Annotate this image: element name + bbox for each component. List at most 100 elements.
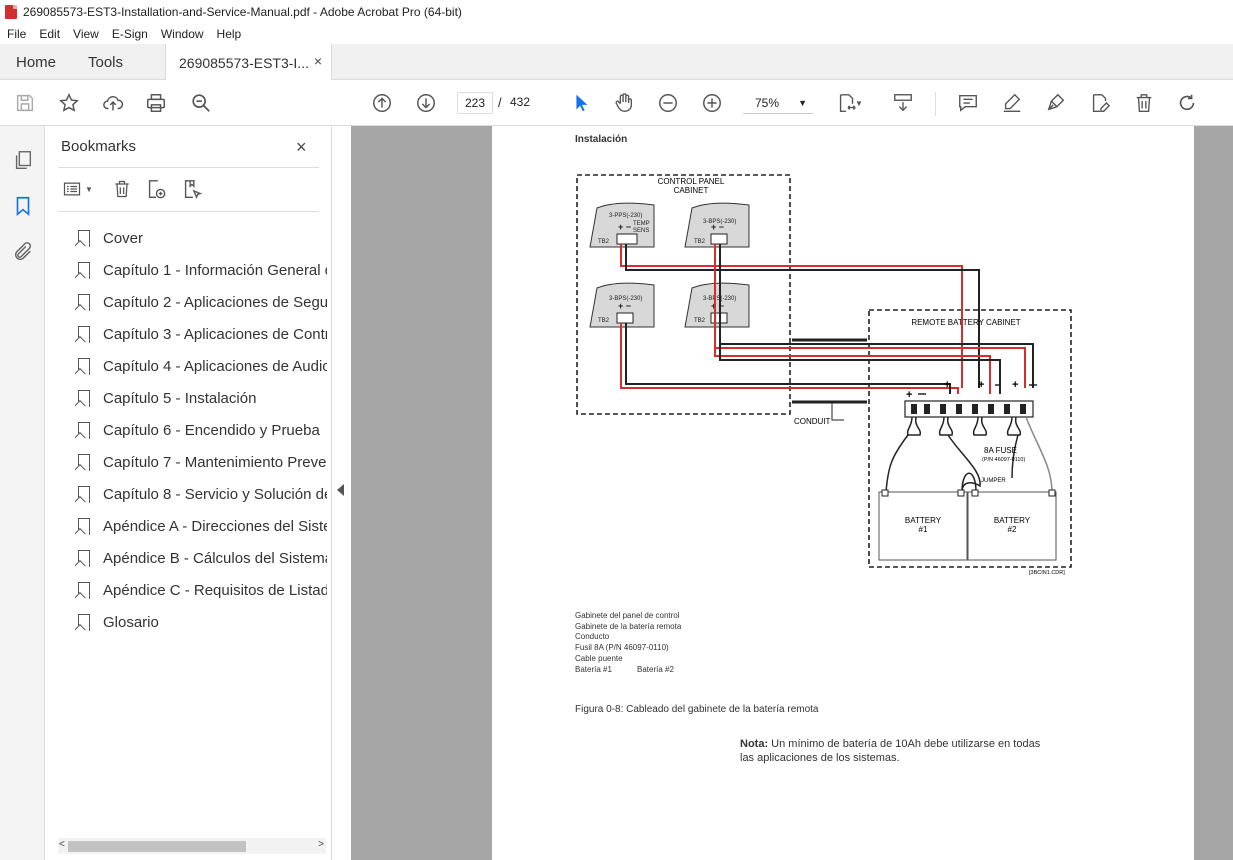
bookmark-item[interactable]: Glosario: [75, 606, 327, 638]
legend-item: Gabinete del panel de control: [575, 611, 680, 620]
bookmark-icon: [78, 293, 90, 311]
scroll-left-icon[interactable]: <: [59, 839, 65, 850]
panel-splitter[interactable]: [332, 126, 351, 860]
print-icon[interactable]: [144, 91, 168, 115]
upload-icon[interactable]: [101, 91, 125, 115]
bookmark-panel-icon[interactable]: [11, 194, 35, 218]
tb2-label: TB2: [694, 239, 706, 245]
svg-text:+: +: [944, 379, 950, 391]
close-icon[interactable]: ×: [296, 137, 307, 158]
zoom-select[interactable]: 75% ▼: [743, 92, 813, 114]
terminal-polarity: + −: [711, 301, 724, 311]
star-icon[interactable]: [57, 91, 81, 115]
chevron-down-icon: ▼: [85, 184, 93, 194]
svg-text:+: +: [906, 389, 912, 401]
menu-view[interactable]: View: [66, 27, 105, 41]
hand-icon[interactable]: [612, 91, 636, 115]
remote-battery-label: REMOTE BATTERY CABINET: [911, 318, 1020, 327]
delete-icon[interactable]: [1132, 91, 1156, 115]
highlight-icon[interactable]: [1000, 91, 1024, 115]
bookmark-icon: [78, 325, 90, 343]
bookmark-list: Cover Capítulo 1 - Información General d…: [75, 222, 327, 638]
scrollbar-thumb[interactable]: [68, 841, 246, 852]
bookmark-item[interactable]: Capítulo 5 - Instalación: [75, 382, 327, 414]
bookmark-icon: [78, 581, 90, 599]
zoom-out-icon[interactable]: [656, 91, 680, 115]
chevron-down-icon[interactable]: ▼: [853, 91, 865, 115]
bookmark-item[interactable]: Capítulo 1 - Información General del Sis…: [75, 254, 327, 286]
scroll-mode-icon[interactable]: [891, 91, 915, 115]
bookmark-item[interactable]: Cover: [75, 222, 327, 254]
find-bookmark-icon[interactable]: [181, 178, 203, 200]
sign-icon[interactable]: [1044, 91, 1068, 115]
bookmark-icon: [78, 613, 90, 631]
bookmark-icon: [78, 229, 90, 247]
bookmark-item[interactable]: Capítulo 3 - Aplicaciones de Control: [75, 318, 327, 350]
zoom-value: 75%: [755, 95, 780, 110]
document-vertical-scrollbar[interactable]: [1215, 126, 1233, 860]
menu-edit[interactable]: Edit: [32, 27, 66, 41]
bookmark-item[interactable]: Apéndice C - Requisitos de Listado: [75, 574, 327, 606]
bookmark-icon: [78, 453, 90, 471]
menu-esign[interactable]: E-Sign: [105, 27, 154, 41]
scroll-right-icon[interactable]: >: [318, 839, 324, 850]
menu-file[interactable]: File: [0, 27, 32, 41]
delete-bookmark-icon[interactable]: [112, 178, 132, 200]
attachment-icon[interactable]: [11, 240, 35, 264]
bookmark-item[interactable]: Capítulo 4 - Aplicaciones de Audio: [75, 350, 327, 382]
svg-text:+: +: [978, 379, 984, 391]
page-number-input[interactable]: 223: [457, 92, 493, 114]
bookmark-item[interactable]: Capítulo 8 - Servicio y Solución de Prob…: [75, 478, 327, 510]
terminal-polarity: + −: [618, 301, 631, 311]
left-navigation-rail: [0, 126, 45, 860]
conduit-label: CONDUIT: [794, 417, 831, 426]
menu-help[interactable]: Help: [210, 27, 248, 41]
bookmark-item[interactable]: Apéndice B - Cálculos del Sistema: [75, 542, 327, 574]
bookmark-label: Capítulo 8 - Servicio y Solución de Prob…: [103, 485, 327, 503]
toolbar-divider: [935, 92, 936, 116]
save-icon[interactable]: [13, 91, 37, 115]
panel-horizontal-scrollbar[interactable]: < >: [58, 838, 326, 854]
bookmark-icon: [78, 485, 90, 503]
new-bookmark-icon[interactable]: [145, 178, 167, 200]
svg-text:+: +: [1012, 379, 1018, 391]
select-cursor-icon[interactable]: [569, 91, 593, 115]
tab-home[interactable]: Home: [16, 44, 56, 80]
bookmark-item[interactable]: Capítulo 2 - Aplicaciones de Seguridad: [75, 286, 327, 318]
bookmark-label: Apéndice A - Direcciones del Sistema: [103, 517, 327, 535]
tab-close-button[interactable]: ×: [314, 53, 322, 69]
comment-icon[interactable]: [956, 91, 980, 115]
tab-document[interactable]: 269085573-EST3-I... ×: [165, 44, 332, 81]
tb2-label: TB2: [694, 318, 706, 324]
page-down-icon[interactable]: [414, 91, 438, 115]
tab-tools[interactable]: Tools: [88, 44, 123, 80]
edit-pdf-icon[interactable]: [1088, 91, 1112, 115]
bookmark-label: Cover: [103, 229, 144, 247]
note-label: Nota:: [740, 738, 769, 750]
zoom-search-icon[interactable]: [189, 91, 213, 115]
module-label: 3-PPS(-230): [609, 213, 642, 219]
bookmark-icon: [78, 421, 90, 439]
menu-window[interactable]: Window: [154, 27, 210, 41]
bookmark-label: Capítulo 7 - Mantenimiento Preventivo: [103, 453, 327, 471]
cabinet-label: CABINET: [674, 186, 709, 195]
battery-1-number: #1: [919, 525, 928, 534]
panel-divider: [58, 167, 319, 168]
bookmark-item[interactable]: Capítulo 6 - Encendido y Prueba: [75, 414, 327, 446]
window-title: 269085573-EST3-Installation-and-Service-…: [23, 5, 462, 19]
page-thumbnails-icon[interactable]: [11, 148, 35, 172]
bookmark-item[interactable]: Apéndice A - Direcciones del Sistema: [75, 510, 327, 542]
bookmark-icon: [78, 261, 90, 279]
battery-2-label: BATTERY: [994, 516, 1031, 525]
pdf-file-icon: [5, 5, 17, 19]
collapse-panel-icon[interactable]: [337, 484, 344, 496]
fuse-pn-label: (P/N 46097-0110): [982, 457, 1025, 463]
zoom-in-icon[interactable]: [700, 91, 724, 115]
page-up-icon[interactable]: [370, 91, 394, 115]
legend-item: Batería #2: [637, 665, 674, 674]
bookmark-icon: [78, 389, 90, 407]
bookmark-item[interactable]: Capítulo 7 - Mantenimiento Preventivo: [75, 446, 327, 478]
rotate-icon[interactable]: [1175, 91, 1199, 115]
bookmark-options-button[interactable]: ▼: [62, 178, 93, 200]
terminal-polarity: + −: [711, 222, 724, 232]
